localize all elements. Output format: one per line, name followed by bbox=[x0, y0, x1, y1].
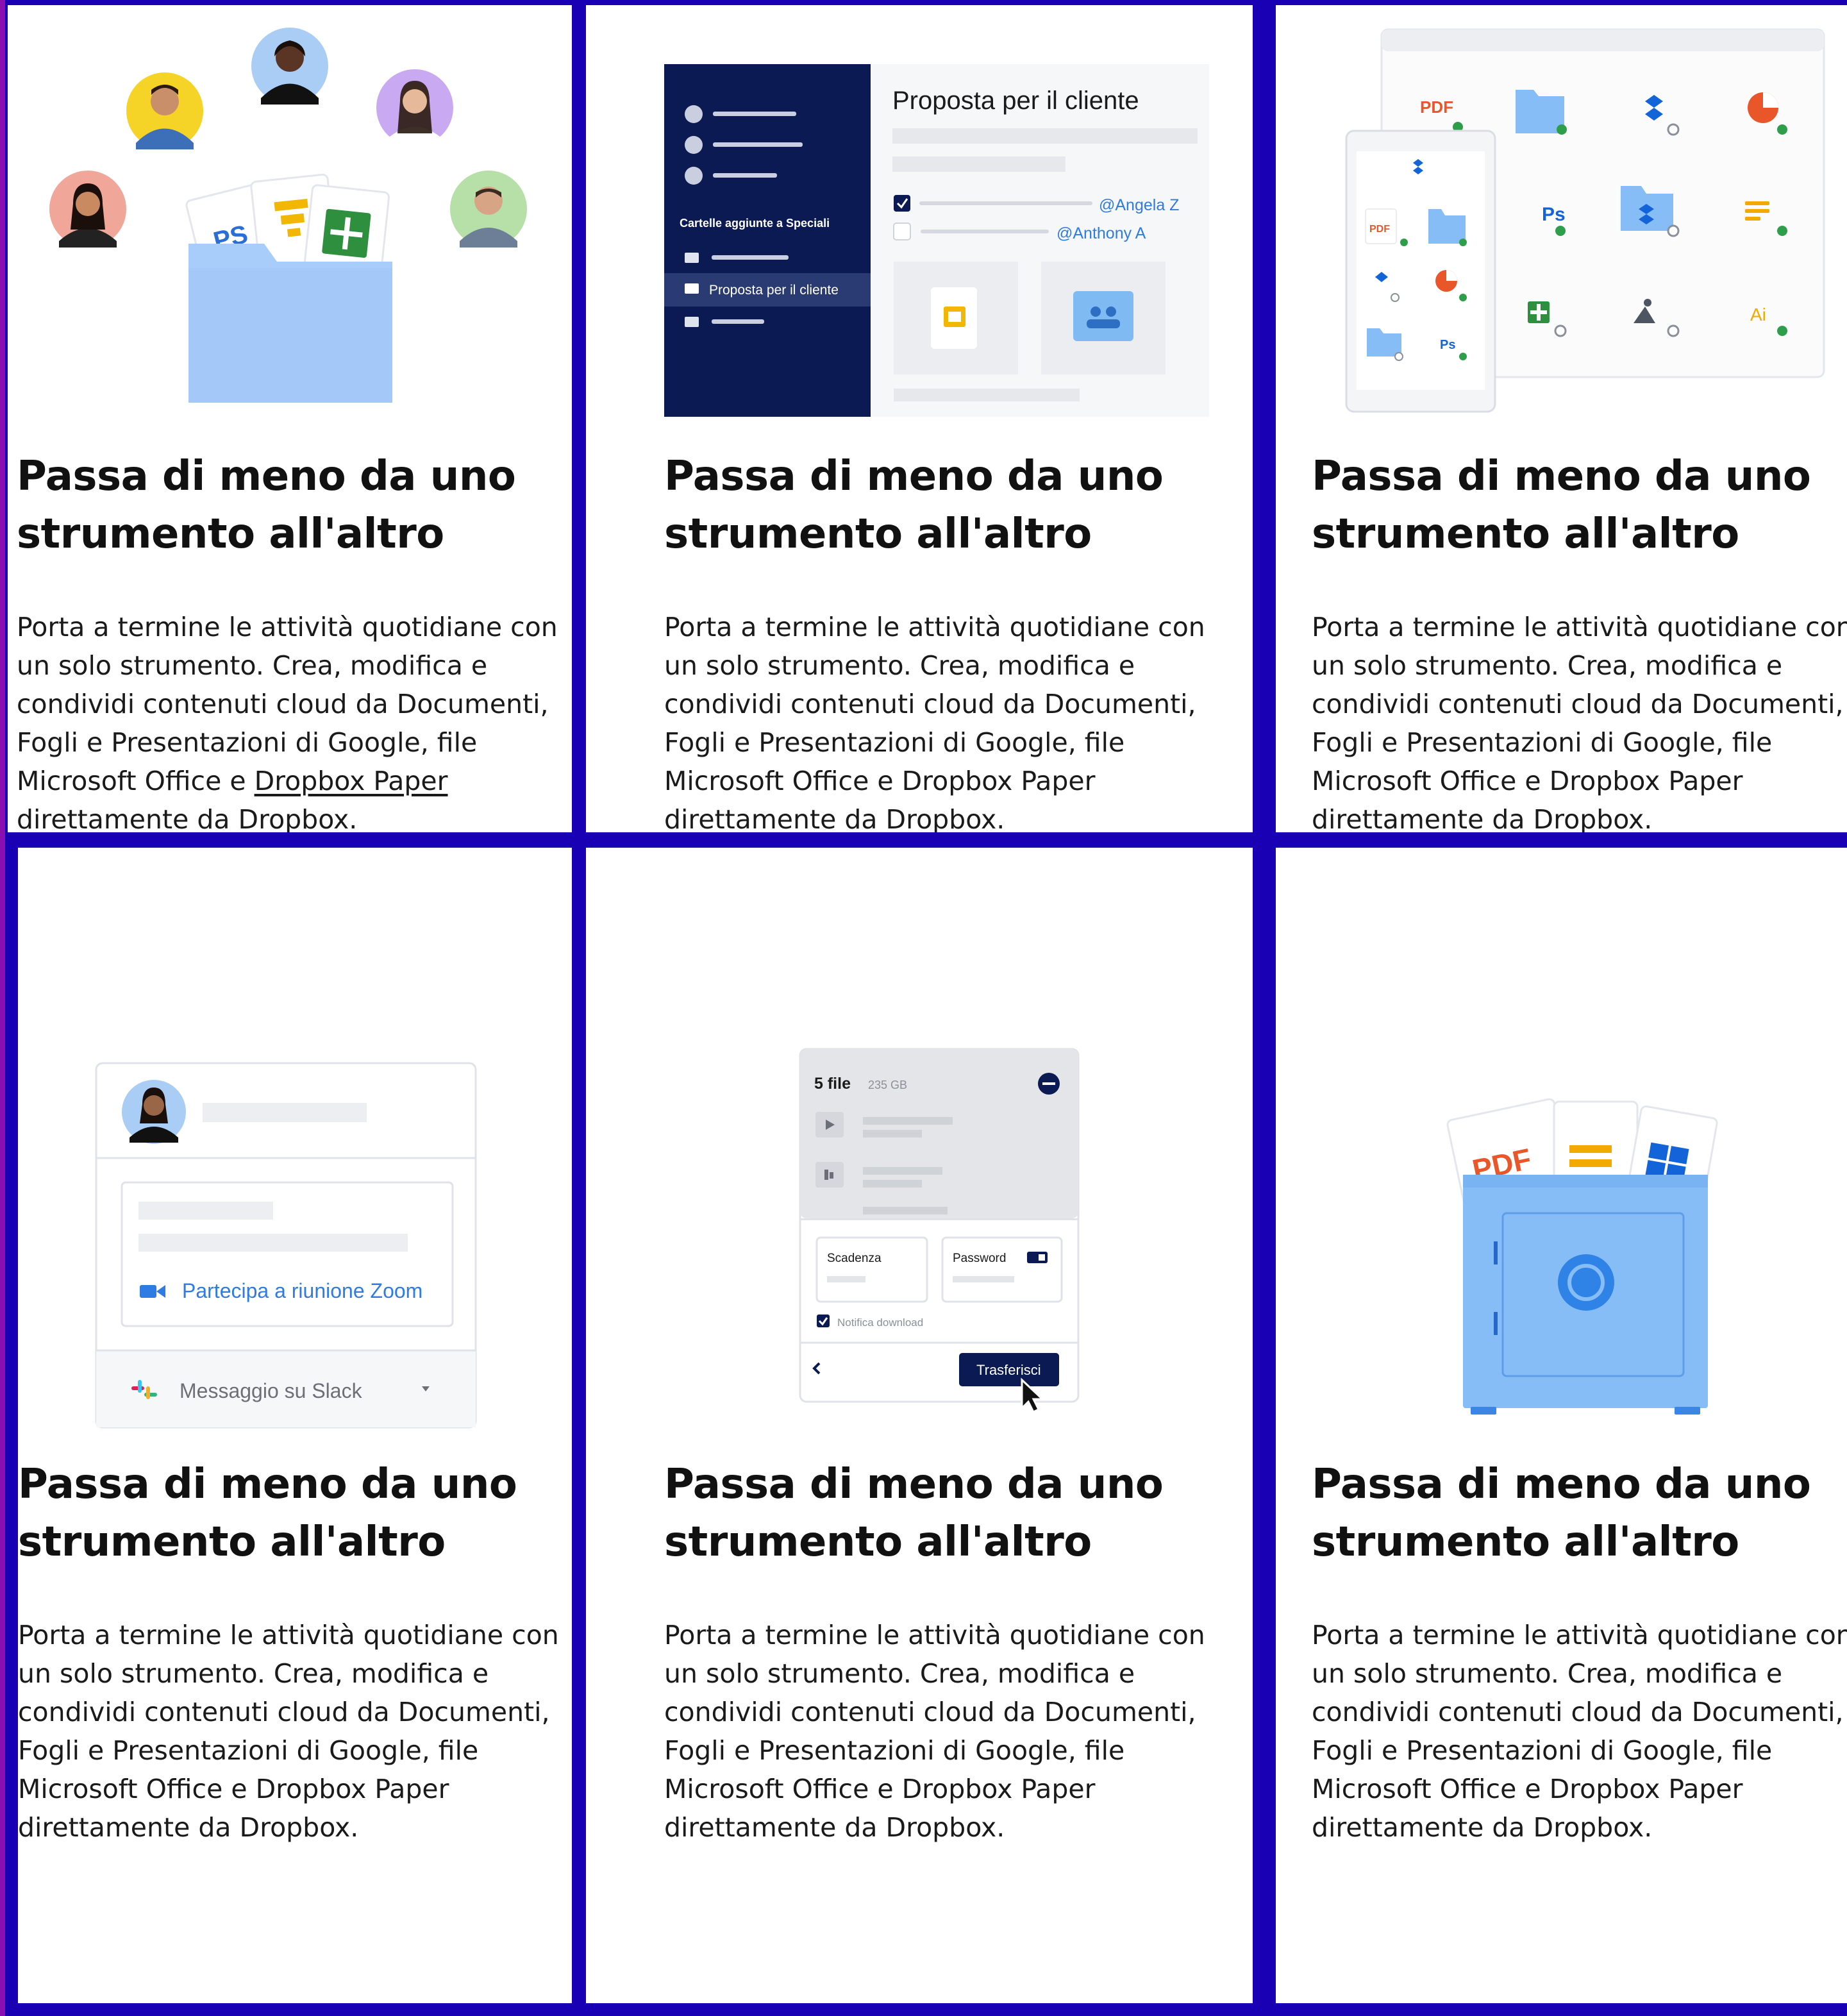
svg-text:Partecipa a riunione Zoom: Partecipa a riunione Zoom bbox=[182, 1279, 422, 1302]
file-transfer-dialog-illustration: 5 file 235 GB Scadenza Password Notifica… bbox=[586, 1040, 1253, 1476]
feature-card-4: Partecipa a riunione Zoom Messaggio su S… bbox=[18, 848, 572, 2003]
card-title: Passa di meno da uno strumento all'altro bbox=[18, 1461, 517, 1566]
avatar bbox=[251, 28, 328, 105]
dial-icon bbox=[1558, 1254, 1614, 1311]
svg-text:Notifica download: Notifica download bbox=[837, 1316, 923, 1329]
avatar bbox=[376, 69, 453, 146]
collaboration-folder-illustration: PS bbox=[8, 5, 572, 441]
svg-text:Ps: Ps bbox=[1440, 338, 1455, 352]
svg-text:Proposta per il cliente: Proposta per il cliente bbox=[709, 283, 839, 298]
svg-text:PDF: PDF bbox=[1369, 224, 1390, 235]
feature-card-3: PDF Ps Ai PDF Ps Passa di meno da uno st… bbox=[1276, 5, 1847, 832]
svg-text:PDF: PDF bbox=[1420, 97, 1453, 117]
svg-text:235 GB: 235 GB bbox=[868, 1079, 907, 1091]
card-description: Porta a termine le attività quotidiane c… bbox=[1312, 1620, 1847, 1843]
feature-card-2: Cartelle aggiunte a Speciali Proposta pe… bbox=[586, 5, 1253, 832]
card-description: Porta a termine le attività quotidiane c… bbox=[1312, 612, 1847, 832]
svg-text:5 file: 5 file bbox=[814, 1075, 851, 1093]
svg-text:Ps: Ps bbox=[1542, 204, 1566, 225]
svg-text:@Angela Z: @Angela Z bbox=[1099, 196, 1179, 214]
svg-text:Messaggio su Slack: Messaggio su Slack bbox=[180, 1379, 363, 1402]
doc-title: Proposta per il cliente bbox=[892, 87, 1139, 115]
dropbox-paper-link[interactable]: Dropbox Paper bbox=[255, 766, 448, 796]
file-grid-devices-illustration: PDF Ps Ai PDF Ps bbox=[1276, 5, 1847, 441]
svg-text:Trasferisci: Trasferisci bbox=[976, 1362, 1041, 1378]
zoom-slack-integration-illustration: Partecipa a riunione Zoom Messaggio su S… bbox=[18, 1040, 572, 1476]
card-title: Passa di meno da uno strumento all'altro bbox=[17, 453, 516, 558]
shared-folder-mockup-illustration: Cartelle aggiunte a Speciali Proposta pe… bbox=[586, 5, 1253, 441]
card-description: Porta a termine le attività quotidiane c… bbox=[17, 612, 558, 832]
avatar bbox=[122, 1080, 186, 1144]
left-accent-stripe bbox=[0, 0, 5, 2016]
avatar bbox=[126, 72, 203, 149]
card-title: Passa di meno da uno strumento all'altro bbox=[664, 453, 1164, 558]
svg-text:@Anthony A: @Anthony A bbox=[1057, 224, 1146, 242]
feature-card-5: 5 file 235 GB Scadenza Password Notifica… bbox=[586, 848, 1253, 2003]
avatar bbox=[49, 171, 126, 248]
card-title: Passa di meno da uno strumento all'altro bbox=[1312, 453, 1811, 558]
avatar bbox=[450, 171, 527, 248]
svg-text:Scadenza: Scadenza bbox=[827, 1252, 882, 1265]
svg-text:Ai: Ai bbox=[1750, 305, 1766, 324]
svg-text:Cartelle aggiunte a Speciali: Cartelle aggiunte a Speciali bbox=[680, 217, 830, 230]
card-title: Passa di meno da uno strumento all'altro bbox=[664, 1461, 1164, 1566]
feature-card-1: PS Passa di meno da uno strumento all'al… bbox=[8, 5, 572, 832]
secure-vault-illustration: PDF bbox=[1276, 1079, 1847, 1515]
svg-text:Password: Password bbox=[953, 1252, 1006, 1265]
card-description: Porta a termine le attività quotidiane c… bbox=[664, 1620, 1205, 1843]
card-title: Passa di meno da uno strumento all'altro bbox=[1312, 1461, 1811, 1566]
card-description: Porta a termine le attività quotidiane c… bbox=[664, 612, 1205, 832]
feature-card-6: PDF Passa di meno da uno strumento all'a… bbox=[1276, 848, 1847, 2003]
card-description: Porta a termine le attività quotidiane c… bbox=[18, 1620, 559, 1843]
